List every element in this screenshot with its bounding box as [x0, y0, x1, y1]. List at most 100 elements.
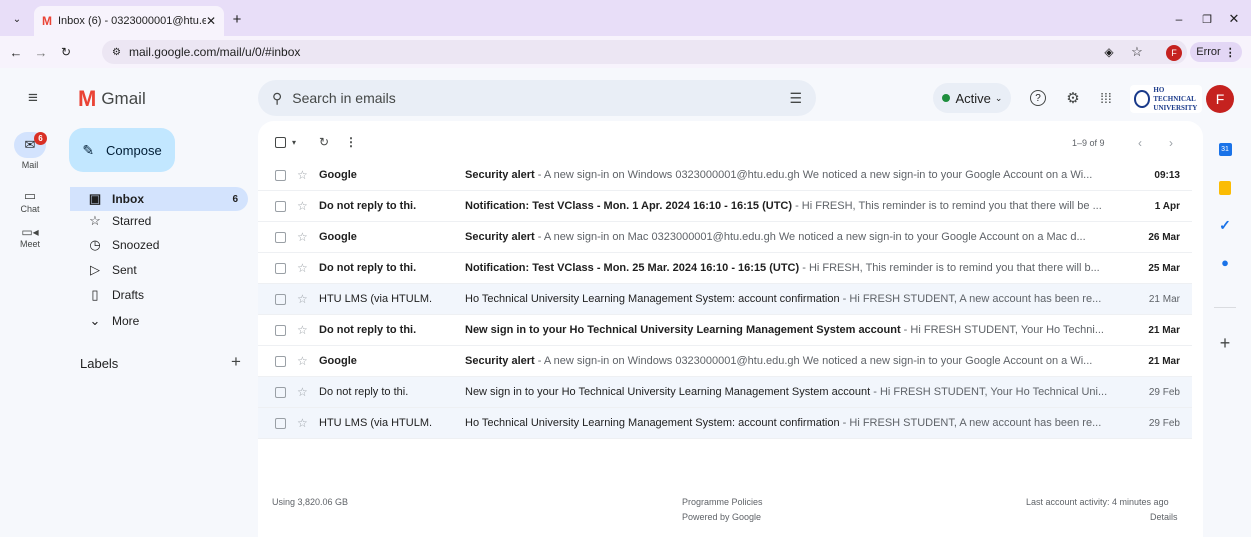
main-menu-icon[interactable]: ≡ [22, 88, 44, 108]
rail-chat[interactable]: ▭ Chat [8, 188, 52, 214]
close-tab-icon[interactable]: ✕ [206, 14, 216, 28]
star-icon[interactable]: ☆ [297, 292, 309, 306]
details-link[interactable]: Details [1150, 512, 1178, 522]
search-icon[interactable]: ⚲ [272, 90, 282, 107]
email-sender: Google [319, 169, 357, 181]
rail-meet[interactable]: ▭◂ Meet [8, 225, 52, 249]
profile-avatar[interactable]: F [1166, 45, 1182, 61]
star-icon[interactable]: ☆ [297, 261, 309, 275]
compose-label: Compose [106, 142, 162, 158]
email-row[interactable]: ☆ Do not reply to thi. Notification: Test … [258, 253, 1192, 284]
row-checkbox[interactable] [275, 355, 286, 367]
row-checkbox[interactable] [275, 231, 286, 243]
programme-policies-link[interactable]: Programme Policies [682, 497, 763, 507]
add-label-icon[interactable]: + [227, 352, 245, 371]
tab-list-icon[interactable]: ⌄ [8, 10, 26, 28]
refresh-icon[interactable]: ↻ [316, 134, 332, 150]
row-checkbox[interactable] [275, 262, 286, 274]
rail-mail[interactable]: ✉ 6 Mail [8, 132, 52, 170]
sidebar-item-sent[interactable]: ▷ Sent [70, 258, 248, 282]
row-checkbox[interactable] [275, 293, 286, 305]
chevron-down-icon: ⌄ [994, 92, 1003, 103]
reload-icon[interactable]: ↻ [56, 42, 76, 62]
apps-grid-icon[interactable]: ⁞⁞⁞ [1096, 88, 1116, 108]
email-row[interactable]: ☆ HTU LMS (via HTULM. Ho Technical Univers… [258, 408, 1192, 439]
pagination-text: 1–9 of 9 [1072, 138, 1105, 148]
next-page-icon[interactable]: › [1163, 135, 1179, 151]
chevron-down-icon: ⌄ [89, 313, 101, 328]
star-icon[interactable]: ☆ [297, 199, 309, 213]
star-icon[interactable]: ☆ [297, 168, 309, 182]
email-message: Security alert - A new sign-in on Window… [465, 169, 1115, 181]
search-options-icon[interactable]: ☰ [789, 90, 802, 107]
search-input[interactable]: Search in emails [292, 90, 789, 106]
sidebar-item-drafts[interactable]: ▯ Drafts [70, 283, 248, 307]
url-text: mail.google.com/mail/u/0/#inbox [128, 45, 301, 59]
organization-logo[interactable]: HO TECHNICAL UNIVERSITY [1130, 85, 1202, 113]
row-checkbox[interactable] [275, 324, 286, 336]
prev-page-icon[interactable]: ‹ [1132, 135, 1148, 151]
restore-icon[interactable]: ❐ [1198, 10, 1216, 28]
email-row[interactable]: ☆ Google Security alert - A new sign-in on… [258, 160, 1192, 191]
search-bar[interactable]: ⚲ Search in emails ☰ [258, 80, 816, 116]
settings-gear-icon[interactable]: ⚙ [1063, 88, 1083, 108]
email-snippet: - Hi FRESH STUDENT, Your Ho Techni... [900, 324, 1104, 336]
tasks-icon[interactable]: ✓ [1208, 213, 1242, 237]
status-selector[interactable]: Active ⌄ [933, 83, 1011, 113]
email-row[interactable]: ☆ Do not reply to thi. New sign in to your… [258, 315, 1192, 346]
star-icon[interactable]: ☆ [297, 416, 309, 430]
row-checkbox[interactable] [275, 386, 286, 398]
email-snippet: - Hi FRESH STUDENT, A new account has be… [839, 417, 1102, 429]
bookmark-star-icon[interactable]: ☆ [1128, 43, 1146, 61]
row-checkbox[interactable] [275, 169, 286, 181]
compose-button[interactable]: ✎ Compose [69, 128, 175, 172]
get-addons-icon[interactable]: + [1208, 331, 1242, 355]
email-snippet: - A new sign-in on Windows 0323000001@ht… [534, 169, 1093, 181]
last-activity-text: Last account activity: 4 minutes ago [1026, 497, 1169, 507]
minimize-icon[interactable]: – [1170, 10, 1188, 28]
email-date: 29 Feb [1148, 417, 1180, 429]
row-checkbox[interactable] [275, 200, 286, 212]
email-row[interactable]: ☆ Google Security alert - A new sign-in on… [258, 346, 1192, 377]
sidebar-item-starred[interactable]: ☆ Starred [70, 209, 248, 233]
star-icon[interactable]: ☆ [297, 354, 309, 368]
back-icon[interactable]: ← [6, 42, 26, 62]
select-all-checkbox[interactable] [275, 137, 286, 148]
row-checkbox[interactable] [275, 417, 286, 429]
account-avatar[interactable]: F [1206, 85, 1234, 113]
site-info-icon[interactable]: ⚙ [112, 47, 121, 58]
email-row[interactable]: ☆ Do not reply to thi. Notification: Test … [258, 191, 1192, 222]
email-subject: New sign in to your Ho Technical Univers… [465, 386, 871, 398]
select-dropdown-icon[interactable]: ▾ [288, 136, 300, 148]
new-tab-icon[interactable]: + [228, 10, 246, 28]
star-icon[interactable]: ☆ [297, 230, 309, 244]
forward-icon[interactable]: → [31, 42, 51, 62]
email-sender: Google [319, 355, 357, 367]
org-name-line2: UNIVERSITY [1153, 103, 1198, 112]
star-icon[interactable]: ☆ [297, 323, 309, 337]
calendar-icon[interactable]: 31 [1208, 137, 1242, 161]
email-message: Ho Technical University Learning Managem… [465, 417, 1115, 429]
sidebar-item-inbox[interactable]: ▣ Inbox 6 [70, 187, 248, 211]
email-row[interactable]: ☆ HTU LMS (via HTULM. Ho Technical Univers… [258, 284, 1192, 315]
browser-tab[interactable]: M Inbox (6) - 0323000001@htu.e ✕ [34, 6, 224, 36]
close-window-icon[interactable]: ✕ [1225, 10, 1243, 28]
more-options-icon[interactable]: ⋮ [345, 134, 357, 150]
email-row[interactable]: ☆ Do not reply to thi. New sign in to your… [258, 377, 1192, 408]
email-date: 21 Mar [1148, 355, 1180, 367]
contacts-icon[interactable]: ● [1208, 250, 1242, 274]
email-row[interactable]: ☆ Google Security alert - A new sign-in on… [258, 222, 1192, 253]
email-sender: Do not reply to thi. [319, 386, 409, 398]
star-icon[interactable]: ☆ [297, 385, 309, 399]
keep-icon[interactable] [1208, 176, 1242, 200]
sidebar-item-label: More [112, 314, 140, 328]
help-icon[interactable]: ? [1030, 90, 1046, 106]
error-menu-button[interactable]: Error ⋮ [1190, 42, 1242, 62]
powered-by-text: Powered by Google [682, 512, 762, 522]
status-label: Active [955, 90, 991, 106]
sidebar-item-more[interactable]: ⌄ More [70, 309, 248, 333]
sidebar-item-snoozed[interactable]: ◷ Snoozed [70, 233, 248, 257]
address-bar[interactable]: ⚙ mail.google.com/mail/u/0/#inbox [102, 40, 1187, 64]
gmail-logo[interactable]: M Gmail [78, 86, 146, 112]
eye-off-icon[interactable]: ◈ [1100, 43, 1118, 61]
